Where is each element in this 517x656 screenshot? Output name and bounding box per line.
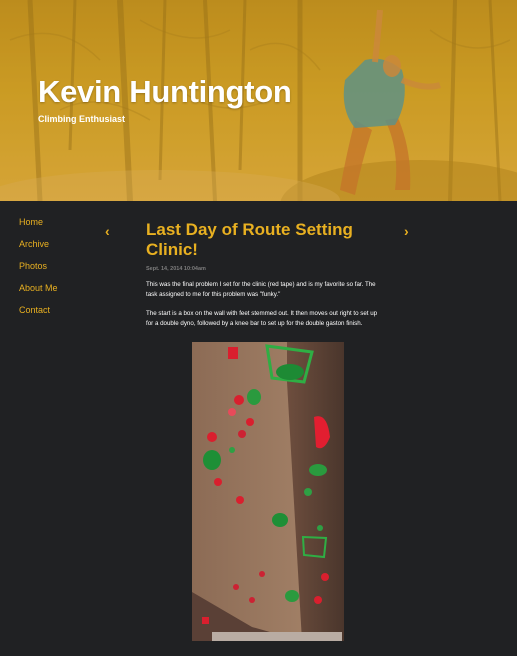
post-date: Sept. 14, 2014 10:04am [146,266,206,272]
site-title[interactable]: Kevin Huntington [38,74,292,110]
post-paragraph: The start is a box on the wall with feet… [146,310,378,327]
nav-item-about-me[interactable]: About Me [19,281,58,303]
blog-post: Last Day of Route Setting Clinic! Sept. … [146,220,386,328]
nav-item-archive[interactable]: Archive [19,237,58,259]
chevron-right-icon[interactable]: › [404,224,409,238]
climbing-wall-photo [192,342,344,641]
site-tagline: Climbing Enthusiast [38,114,126,124]
post-title[interactable]: Last Day of Route Setting Clinic! [146,220,386,260]
nav-item-home[interactable]: Home [19,215,58,237]
post-body: This was the final problem I set for the… [146,280,386,328]
site-header: Kevin Huntington Climbing Enthusiast [0,0,517,201]
chevron-left-icon[interactable]: ‹ [105,224,110,238]
post-paragraph: This was the final problem I set for the… [146,281,376,298]
nav-item-photos[interactable]: Photos [19,259,58,281]
main-nav: Home Archive Photos About Me Contact [19,215,58,325]
nav-item-contact[interactable]: Contact [19,303,58,325]
